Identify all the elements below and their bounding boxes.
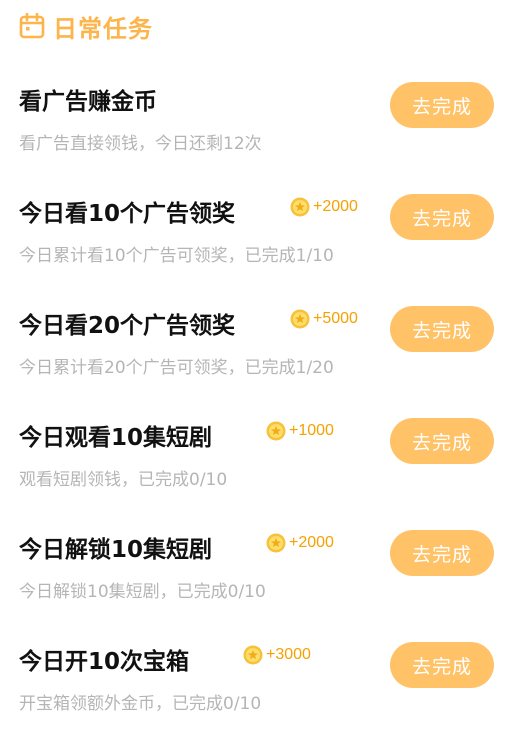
task-title: 看广告赚金币: [19, 89, 157, 115]
coin-icon: [266, 421, 286, 441]
reward-amount: +3000: [266, 646, 311, 663]
reward-badge: +2000: [290, 197, 358, 217]
section-title: 日常任务: [53, 14, 153, 43]
go-complete-button[interactable]: 去完成: [390, 530, 494, 576]
go-complete-button[interactable]: 去完成: [390, 82, 494, 128]
section-header: 日常任务: [19, 8, 153, 44]
go-complete-button[interactable]: 去完成: [390, 418, 494, 464]
task-title: 今日观看10集短剧: [19, 425, 213, 451]
task-item: 今日开10次宝箱 +3000 开宝箱领额外金币，已完成0/10 去完成: [0, 642, 509, 754]
task-description: 今日累计看20个广告可领奖，已完成1/20: [19, 358, 334, 378]
coin-icon: [266, 533, 286, 553]
coin-icon: [243, 645, 263, 665]
go-complete-button[interactable]: 去完成: [390, 642, 494, 688]
reward-amount: +5000: [313, 310, 358, 327]
task-item: 今日观看10集短剧 +1000 观看短剧领钱，已完成0/10 去完成: [0, 418, 509, 530]
reward-amount: +2000: [289, 534, 334, 551]
reward-badge: +1000: [266, 421, 334, 441]
task-description: 看广告直接领钱，今日还剩12次: [19, 134, 262, 154]
reward-badge: +3000: [243, 645, 311, 665]
coin-icon: [290, 197, 310, 217]
task-item: 今日解锁10集短剧 +2000 今日解锁10集短剧，已完成0/10 去完成: [0, 530, 509, 642]
task-title: 今日看10个广告领奖: [19, 201, 236, 227]
reward-amount: +2000: [313, 198, 358, 215]
reward-badge: +2000: [266, 533, 334, 553]
go-complete-button[interactable]: 去完成: [390, 194, 494, 240]
task-description: 今日累计看10个广告可领奖，已完成1/10: [19, 246, 334, 266]
reward-amount: +1000: [289, 422, 334, 439]
reward-badge: +5000: [290, 309, 358, 329]
calendar-icon: [19, 13, 45, 39]
coin-icon: [290, 309, 310, 329]
task-description: 开宝箱领额外金币，已完成0/10: [19, 694, 262, 714]
task-description: 观看短剧领钱，已完成0/10: [19, 470, 228, 490]
task-item: 今日看10个广告领奖 +2000 今日累计看10个广告可领奖，已完成1/10 去…: [0, 194, 509, 306]
task-title: 今日开10次宝箱: [19, 649, 190, 675]
task-item: 看广告赚金币 看广告直接领钱，今日还剩12次 去完成: [0, 82, 509, 194]
task-title: 今日看20个广告领奖: [19, 313, 236, 339]
go-complete-button[interactable]: 去完成: [390, 306, 494, 352]
task-item: 今日看20个广告领奖 +5000 今日累计看20个广告可领奖，已完成1/20 去…: [0, 306, 509, 418]
task-description: 今日解锁10集短剧，已完成0/10: [19, 582, 266, 602]
task-title: 今日解锁10集短剧: [19, 537, 213, 563]
